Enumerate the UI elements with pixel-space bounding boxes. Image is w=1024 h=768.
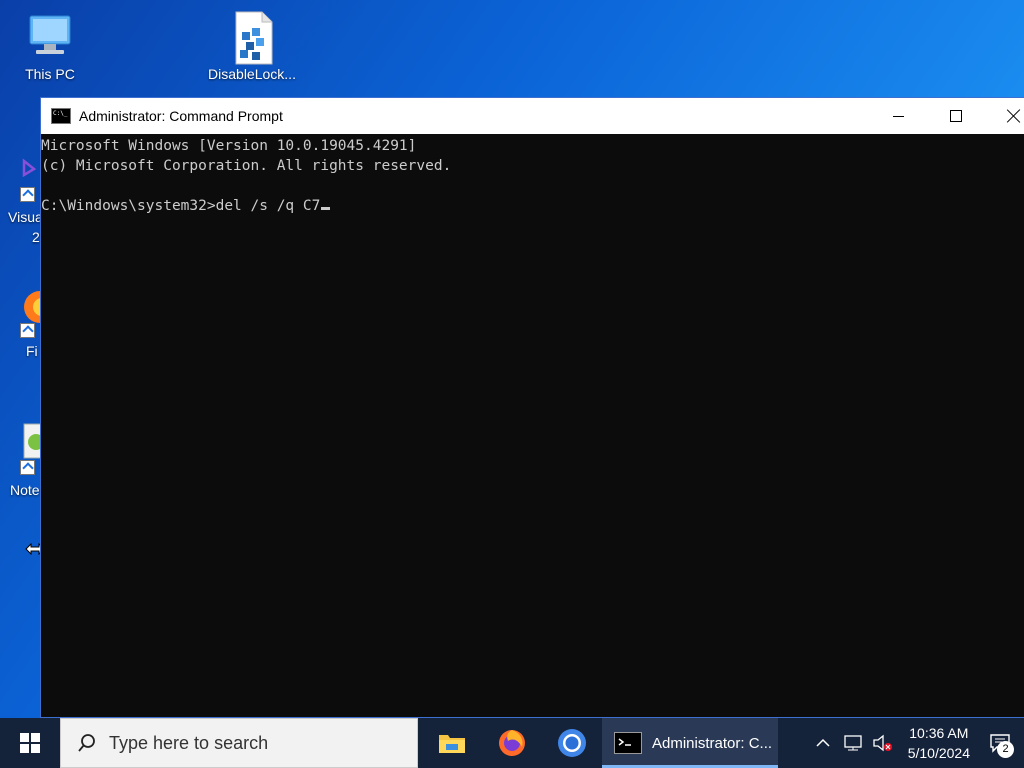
taskbar-search-box[interactable]: Type here to search (60, 718, 418, 768)
desktop-icon-label: Visua (8, 209, 40, 225)
console-prompt-line[interactable]: C:\Windows\system32>del /s /q C7 (41, 196, 1024, 216)
taskbar-file-explorer[interactable] (422, 718, 482, 768)
shortcut-arrow-icon (20, 187, 35, 202)
shortcut-arrow-icon (20, 460, 35, 475)
visual-studio-icon (22, 157, 40, 178)
computer-icon (24, 10, 76, 62)
cmd-icon (51, 108, 71, 124)
file-explorer-icon (439, 735, 465, 753)
desktop-icon-label-line2: 2 (32, 229, 40, 245)
taskbar-clock[interactable]: 10:36 AM 5/10/2024 (908, 723, 970, 763)
chrome-icon (558, 729, 586, 757)
clock-date: 5/10/2024 (907, 745, 970, 761)
desktop-icon-disablelock[interactable]: DisableLock... (207, 10, 297, 82)
network-status-button[interactable] (838, 734, 868, 752)
cmd-icon (614, 732, 642, 754)
console-output[interactable]: Microsoft Windows [Version 10.0.19045.42… (41, 134, 1024, 216)
notification-count-badge: 2 (997, 741, 1014, 758)
minimize-icon (892, 115, 904, 117)
desktop-icon-label: This PC (25, 66, 75, 82)
desktop-icon-label: DisableLock... (208, 66, 296, 82)
shortcut-arrow-icon (20, 323, 35, 338)
firefox-icon (499, 730, 525, 756)
desktop-icon-visual-studio[interactable]: Visua 2 (0, 155, 40, 250)
system-tray: 10:36 AM 5/10/2024 2 (808, 718, 1024, 768)
taskbar-command-prompt[interactable]: Administrator: C... (602, 718, 778, 768)
text-cursor (321, 207, 331, 210)
close-icon (1007, 109, 1021, 123)
volume-button[interactable] (868, 734, 898, 752)
desktop-icon-this-pc[interactable]: This PC (5, 10, 95, 82)
taskbar-chrome[interactable] (542, 718, 602, 768)
start-button[interactable] (0, 718, 60, 768)
registry-file-icon (226, 10, 278, 65)
clock-time: 10:36 AM (909, 725, 969, 741)
console-command-text: C:\Windows\system32>del /s /q C7 (41, 198, 321, 214)
notepadpp-icon (22, 422, 40, 460)
taskbar: Type here to search Administrator: C... (0, 718, 1024, 768)
minimize-button[interactable] (875, 98, 921, 134)
desktop-icon-firefox[interactable]: Fi (0, 285, 40, 365)
volume-muted-icon (873, 734, 892, 752)
window-title: Administrator: Command Prompt (79, 108, 283, 124)
close-button[interactable] (991, 98, 1024, 134)
search-placeholder: Type here to search (109, 732, 269, 753)
search-icon (78, 734, 95, 752)
desktop-icon-notepadpp[interactable]: Note (0, 420, 40, 500)
firefox-icon (22, 289, 40, 323)
show-hidden-icons-button[interactable] (808, 738, 838, 748)
title-bar[interactable]: Administrator: Command Prompt (41, 98, 1024, 134)
maximize-button[interactable] (933, 98, 979, 134)
desktop-icon-label: Note (10, 482, 40, 498)
console-line: (c) Microsoft Corporation. All rights re… (41, 158, 452, 174)
taskbar-firefox[interactable] (482, 718, 542, 768)
chevron-up-icon (816, 738, 830, 747)
console-line: Microsoft Windows [Version 10.0.19045.42… (41, 138, 417, 154)
windows-logo-icon (20, 733, 40, 753)
desktop-icon-label: Fi (26, 343, 38, 359)
command-prompt-window[interactable]: Administrator: Command Prompt Microsoft … (40, 97, 1024, 718)
network-icon (844, 735, 862, 751)
taskbar-active-label: Administrator: C... (652, 734, 773, 752)
action-center-button[interactable]: 2 (982, 718, 1018, 768)
maximize-icon (950, 110, 962, 122)
